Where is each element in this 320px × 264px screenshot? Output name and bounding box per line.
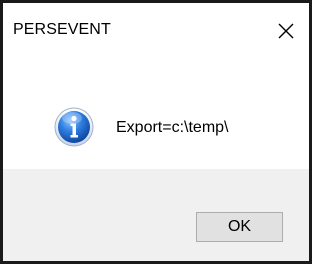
- dialog-content: Export=c:\temp\: [3, 59, 309, 169]
- message-dialog: PERSEVENT Export=c:\temp\ OK: [0, 0, 312, 264]
- close-icon: [278, 23, 294, 39]
- title-bar: PERSEVENT: [3, 3, 309, 59]
- close-button[interactable]: [271, 17, 301, 45]
- message-text: Export=c:\temp\: [116, 119, 229, 136]
- ok-button[interactable]: OK: [196, 212, 283, 242]
- dialog-footer: OK: [3, 169, 309, 261]
- info-icon: [54, 107, 94, 147]
- dialog-title: PERSEVENT: [13, 21, 111, 38]
